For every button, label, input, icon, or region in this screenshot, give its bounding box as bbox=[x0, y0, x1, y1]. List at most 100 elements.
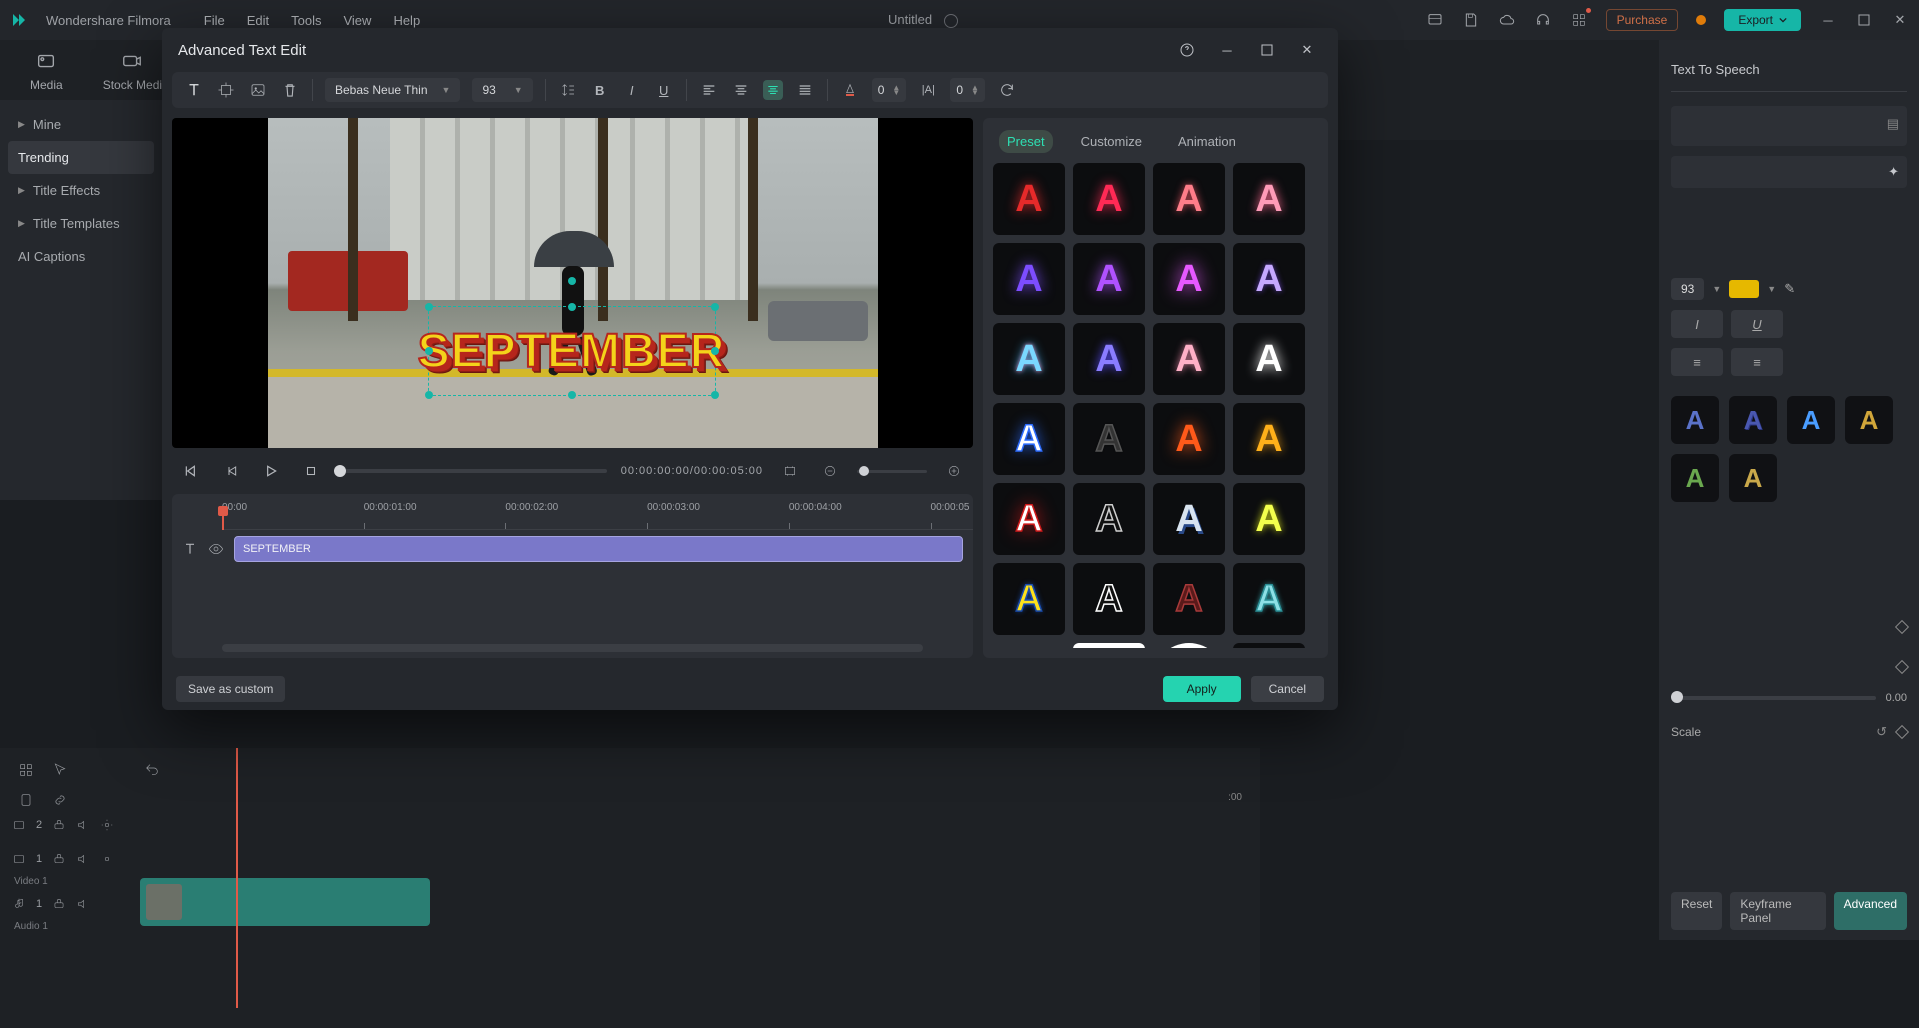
menu-edit[interactable]: Edit bbox=[247, 13, 269, 28]
preset-thumbnail[interactable]: A bbox=[1153, 643, 1225, 648]
sidebar-item-mine[interactable]: ▶Mine bbox=[0, 108, 162, 141]
font-size-select[interactable]: 93 ▼ bbox=[472, 78, 532, 102]
window-minimize-icon[interactable]: ─ bbox=[1819, 11, 1837, 29]
sidebar-item-title-templates[interactable]: ▶Title Templates bbox=[0, 207, 162, 240]
inspector-color-swatch[interactable] bbox=[1729, 280, 1759, 298]
account-avatar[interactable] bbox=[1696, 15, 1706, 25]
export-button[interactable]: Export bbox=[1724, 9, 1801, 31]
letter-spacing-input[interactable]: 0 ▲▼ bbox=[872, 78, 907, 102]
preset-thumbnail[interactable]: A bbox=[1153, 563, 1225, 635]
step-back-icon[interactable] bbox=[218, 458, 244, 484]
preset-thumbnail[interactable]: A bbox=[1233, 563, 1305, 635]
preset-tab-customize[interactable]: Customize bbox=[1073, 130, 1150, 153]
preset-thumbnail[interactable]: A bbox=[993, 163, 1065, 235]
mini-preset[interactable]: A bbox=[1729, 396, 1777, 444]
reset-icon[interactable]: ↺ bbox=[1876, 724, 1887, 740]
text-tool-icon[interactable] bbox=[184, 80, 204, 100]
preset-thumbnail[interactable]: A bbox=[1153, 163, 1225, 235]
preset-thumbnail[interactable]: A bbox=[1233, 243, 1305, 315]
zoom-in-icon[interactable] bbox=[941, 458, 967, 484]
preset-thumbnail[interactable]: A bbox=[1233, 643, 1305, 648]
delete-tool-icon[interactable] bbox=[280, 80, 300, 100]
visibility-icon[interactable] bbox=[208, 541, 224, 557]
align-center-active-icon[interactable] bbox=[763, 80, 783, 100]
mini-preset[interactable]: A bbox=[1845, 396, 1893, 444]
inspector-align-justify-button[interactable]: ≡ bbox=[1731, 348, 1783, 376]
transform-tool-icon[interactable] bbox=[216, 80, 236, 100]
align-left-icon[interactable] bbox=[699, 80, 719, 100]
preset-thumbnail[interactable]: A bbox=[993, 643, 1065, 648]
mini-preset[interactable]: A bbox=[1729, 454, 1777, 502]
preset-thumbnail[interactable]: A bbox=[1233, 323, 1305, 395]
preset-tab-animation[interactable]: Animation bbox=[1170, 130, 1244, 153]
inspector-underline-button[interactable]: U bbox=[1731, 310, 1783, 338]
window-close-icon[interactable]: ✕ bbox=[1891, 11, 1909, 29]
layout-icon[interactable] bbox=[1426, 11, 1444, 29]
text-clip[interactable]: SEPTEMBER bbox=[234, 536, 963, 562]
track-row-audio-1[interactable]: 1 bbox=[0, 887, 135, 921]
preset-thumbnail[interactable]: A bbox=[993, 403, 1065, 475]
align-center-icon[interactable] bbox=[731, 80, 751, 100]
preset-thumbnail[interactable]: A bbox=[1233, 403, 1305, 475]
sidebar-item-title-effects[interactable]: ▶Title Effects bbox=[0, 174, 162, 207]
headphones-icon[interactable] bbox=[1534, 11, 1552, 29]
tracking-input[interactable]: 0 ▲▼ bbox=[950, 78, 985, 102]
line-height-icon[interactable] bbox=[558, 80, 578, 100]
preset-thumbnail[interactable]: A bbox=[1073, 563, 1145, 635]
zoom-out-icon[interactable] bbox=[817, 458, 843, 484]
menu-tools[interactable]: Tools bbox=[291, 13, 321, 28]
window-maximize-icon[interactable] bbox=[1855, 11, 1873, 29]
cloud-icon[interactable] bbox=[1498, 11, 1516, 29]
text-preview-canvas[interactable]: SEPTEMBER bbox=[172, 118, 973, 448]
preset-thumbnail[interactable]: A bbox=[1153, 243, 1225, 315]
timeline-ruler[interactable]: 00:00 00:00:01:00 00:00:02:00 00:00:03:0… bbox=[222, 502, 973, 530]
cancel-button[interactable]: Cancel bbox=[1251, 676, 1324, 702]
sidebar-item-ai-captions[interactable]: AI Captions bbox=[0, 240, 162, 273]
reset-button[interactable]: Reset bbox=[1671, 892, 1722, 930]
eyedropper-icon[interactable]: ✎ bbox=[1784, 281, 1795, 297]
mini-scrollbar[interactable] bbox=[222, 644, 923, 652]
preset-thumbnail[interactable]: A bbox=[1073, 643, 1145, 648]
scrub-bar[interactable] bbox=[338, 469, 607, 473]
bold-icon[interactable]: B bbox=[590, 80, 610, 100]
preset-thumbnail[interactable]: A bbox=[1153, 403, 1225, 475]
preset-thumbnail[interactable]: A bbox=[993, 243, 1065, 315]
zoom-slider[interactable] bbox=[857, 470, 927, 473]
text-bounding-box[interactable]: SEPTEMBER bbox=[428, 306, 716, 396]
timeline-link-icon[interactable] bbox=[52, 792, 68, 808]
modal-maximize-icon[interactable] bbox=[1252, 38, 1282, 62]
magic-icon[interactable]: ✦ bbox=[1888, 164, 1899, 180]
preset-thumbnail[interactable]: A bbox=[1153, 483, 1225, 555]
preset-thumbnail[interactable]: A bbox=[1073, 243, 1145, 315]
font-family-select[interactable]: Bebas Neue Thin ▼ bbox=[325, 78, 460, 102]
keyframe-diamond-icon[interactable] bbox=[1895, 725, 1909, 739]
inspector-align-center-button[interactable]: ≡ bbox=[1671, 348, 1723, 376]
align-justify-icon[interactable] bbox=[795, 80, 815, 100]
apps-icon[interactable] bbox=[1570, 11, 1588, 29]
image-tool-icon[interactable] bbox=[248, 80, 268, 100]
save-as-custom-button[interactable]: Save as custom bbox=[176, 676, 285, 702]
help-icon[interactable] bbox=[1172, 38, 1202, 62]
fit-screen-icon[interactable] bbox=[777, 458, 803, 484]
preset-thumbnail[interactable]: A bbox=[1153, 323, 1225, 395]
timeline-cursor-icon[interactable] bbox=[52, 762, 68, 778]
video-clip[interactable] bbox=[140, 878, 430, 926]
preset-thumbnail[interactable]: A bbox=[1073, 163, 1145, 235]
menu-view[interactable]: View bbox=[343, 13, 371, 28]
mini-preset[interactable]: A bbox=[1671, 454, 1719, 502]
keyframe-diamond-icon[interactable] bbox=[1895, 660, 1909, 674]
modal-minimize-icon[interactable]: ─ bbox=[1212, 38, 1242, 62]
preset-thumbnail[interactable]: A bbox=[1073, 323, 1145, 395]
refresh-icon[interactable] bbox=[997, 80, 1017, 100]
purchase-button[interactable]: Purchase bbox=[1606, 9, 1679, 31]
mini-preset[interactable]: A bbox=[1671, 396, 1719, 444]
mini-playhead[interactable] bbox=[222, 506, 224, 530]
underline-icon[interactable]: U bbox=[654, 80, 674, 100]
tracking-icon[interactable]: |A| bbox=[918, 80, 938, 100]
inspector-font-size[interactable]: 93 bbox=[1671, 278, 1704, 300]
italic-icon[interactable]: I bbox=[622, 80, 642, 100]
advanced-button[interactable]: Advanced bbox=[1834, 892, 1907, 930]
preset-thumbnail[interactable]: A bbox=[1233, 483, 1305, 555]
prev-frame-icon[interactable] bbox=[178, 458, 204, 484]
keyframe-panel-button[interactable]: Keyframe Panel bbox=[1730, 892, 1825, 930]
